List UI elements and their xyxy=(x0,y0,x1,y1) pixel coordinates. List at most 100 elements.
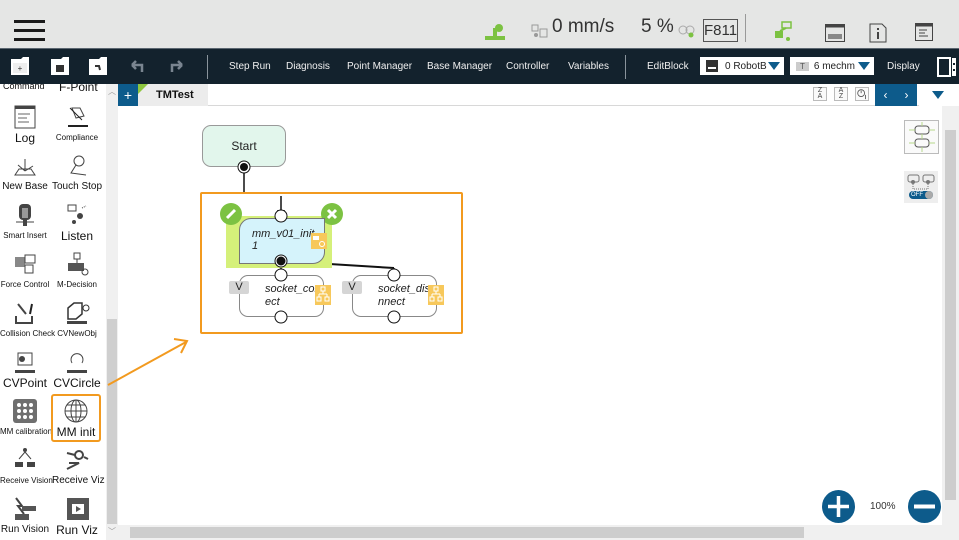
edit-node-button[interactable] xyxy=(220,203,242,225)
sidebar-item-label: Touch Stop xyxy=(52,181,103,192)
main-toolbar: + Step Run Diagnosis Point Manager Base … xyxy=(0,49,959,84)
canvas-horizontal-scrollbar[interactable] xyxy=(118,525,942,540)
output-port[interactable] xyxy=(274,310,288,324)
display-icon[interactable] xyxy=(825,24,845,42)
canvas-vertical-scrollbar[interactable] xyxy=(942,106,959,540)
svg-text:+: + xyxy=(18,64,23,73)
sidebar-item-force-control[interactable]: Force Control xyxy=(0,251,50,289)
sidebar-item-label: Collision Check xyxy=(0,329,56,338)
variable-badge: V xyxy=(229,281,249,294)
m-decision-icon xyxy=(68,252,89,276)
link-toggle-button[interactable]: OFF xyxy=(904,171,938,203)
open-project-icon[interactable] xyxy=(88,56,108,76)
new-base-icon xyxy=(14,159,36,176)
sidebar-item-m-decision[interactable]: M-Decision xyxy=(52,251,102,289)
sidebar-item-label: CVPoint xyxy=(2,376,48,390)
menu-step-run[interactable]: Step Run xyxy=(229,61,271,72)
node-sidebar: Command F-Point Log Compliance New Base Tou… xyxy=(0,84,106,540)
output-port[interactable] xyxy=(387,310,401,324)
sidebar-item-label: Smart Insert xyxy=(3,231,47,240)
start-output-port[interactable] xyxy=(237,160,251,174)
input-port[interactable] xyxy=(387,268,401,282)
undo-icon[interactable] xyxy=(128,56,148,76)
sidebar-item-label: CVCircle xyxy=(53,376,101,390)
sidebar-item-label: MM init xyxy=(56,425,96,439)
robot-status-icon[interactable] xyxy=(772,20,794,42)
input-port[interactable] xyxy=(274,209,288,223)
plus-icon xyxy=(828,496,849,517)
menu-point-manager[interactable]: Point Manager xyxy=(347,61,412,72)
sidebar-item-cvnewobj[interactable]: CVNewObj xyxy=(52,300,102,338)
fcode-badge: F811 xyxy=(703,19,738,42)
log-icon[interactable] xyxy=(915,23,933,41)
layout-icon xyxy=(909,122,935,152)
off-toggle[interactable]: OFF xyxy=(909,191,933,199)
sidebar-item-mm-init[interactable]: MM init xyxy=(51,394,101,442)
sidebar-item-run-vision[interactable]: Run Vision xyxy=(0,496,50,535)
sidebar-item-mm-calibration[interactable]: MM calibration xyxy=(0,398,52,436)
panel-layout-icon[interactable] xyxy=(937,57,957,77)
redo-icon[interactable] xyxy=(166,56,186,76)
touch-stop-icon xyxy=(70,155,87,176)
new-project-icon[interactable]: + xyxy=(10,56,30,76)
menu-icon[interactable] xyxy=(14,20,45,44)
sidebar-item-listen[interactable]: Listen xyxy=(52,202,102,243)
smart-insert-icon xyxy=(16,204,34,226)
sidebar-item-collision-check[interactable]: Collision Check xyxy=(0,300,56,338)
input-port[interactable] xyxy=(274,268,288,282)
sidebar-item-touch-stop[interactable]: Touch Stop xyxy=(52,153,102,192)
sidebar-scrollbar[interactable]: ︿ ﹀ xyxy=(106,84,118,540)
tcp-dropdown[interactable]: T 6 mechm xyxy=(790,57,874,75)
sidebar-item-label: Receive Viz xyxy=(52,475,105,486)
sidebar-partial-item[interactable]: Command xyxy=(3,84,45,91)
sidebar-item-label: Listen xyxy=(60,229,94,243)
sidebar-item-label: New Base xyxy=(2,181,48,192)
zoom-level: 100% xyxy=(870,501,896,512)
sidebar-partial-item[interactable]: F-Point xyxy=(59,84,98,94)
tcp-badge: T xyxy=(796,61,809,71)
sidebar-item-new-base[interactable]: New Base xyxy=(0,153,50,192)
sidebar-item-label: Run Viz xyxy=(56,523,98,537)
menu-variables[interactable]: Variables xyxy=(568,61,609,72)
base-dropdown-value: 0 RobotB xyxy=(725,60,767,72)
run-viz-icon xyxy=(67,498,89,520)
sidebar-item-label: Log xyxy=(14,131,36,145)
sidebar-item-log[interactable]: Log xyxy=(0,104,50,145)
info-icon[interactable] xyxy=(869,23,887,43)
menu-diagnosis[interactable]: Diagnosis xyxy=(286,61,330,72)
menu-editblock[interactable]: EditBlock xyxy=(647,61,689,72)
listen-icon xyxy=(67,204,87,224)
flow-canvas[interactable]: + TMTest ZA AZ ‹ › Start mm_v01_init 1 V… xyxy=(107,84,959,540)
sidebar-item-label: Force Control xyxy=(0,280,50,289)
sidebar-item-run-viz[interactable]: Run Viz xyxy=(52,496,102,537)
menu-display[interactable]: Display xyxy=(887,61,920,72)
variable-badge: V xyxy=(342,281,362,294)
sidebar-item-cvpoint[interactable]: CVPoint xyxy=(0,349,50,390)
menu-base-manager[interactable]: Base Manager xyxy=(427,61,492,72)
auto-layout-button[interactable] xyxy=(904,120,939,154)
scroll-down-icon[interactable]: ﹀ xyxy=(108,526,116,537)
output-port[interactable] xyxy=(274,254,288,268)
receive-viz-icon xyxy=(66,450,89,470)
run-vision-icon xyxy=(15,497,36,520)
menu-controller[interactable]: Controller xyxy=(506,61,549,72)
sidebar-item-compliance[interactable]: Compliance xyxy=(52,104,102,142)
node-label: mm_v01_init 1 xyxy=(252,228,315,252)
cv-new-obj-icon xyxy=(67,302,90,324)
compliance-icon xyxy=(68,107,88,127)
sidebar-item-cvcircle[interactable]: CVCircle xyxy=(52,349,102,390)
sidebar-item-receive-vision[interactable]: Receive Vision xyxy=(0,447,53,485)
zoom-in-button[interactable] xyxy=(822,490,855,523)
sidebar-item-label: Compliance xyxy=(55,133,99,142)
base-dropdown[interactable]: 0 RobotB xyxy=(700,57,784,75)
scroll-up-icon[interactable]: ︿ xyxy=(108,86,116,97)
scrollbar-thumb[interactable] xyxy=(945,130,956,500)
sidebar-item-label: M-Decision xyxy=(56,280,97,289)
sidebar-item-receive-viz[interactable]: Receive Viz xyxy=(52,447,105,486)
sidebar-item-smart-insert[interactable]: Smart Insert xyxy=(0,202,50,240)
save-project-icon[interactable] xyxy=(50,56,70,76)
scrollbar-thumb[interactable] xyxy=(130,527,804,538)
receive-vision-icon xyxy=(15,448,35,467)
zoom-out-button[interactable] xyxy=(908,490,941,523)
plus-minus-icon[interactable] xyxy=(678,24,696,38)
